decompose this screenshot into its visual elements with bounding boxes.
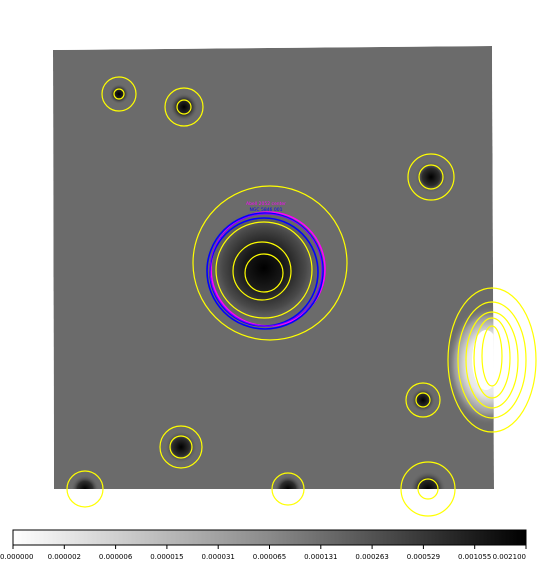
colorbar-tick-label: 0.000529: [406, 553, 441, 561]
colorbar-tick-label: 0.000131: [304, 553, 338, 561]
colorbar-tick-label: 0.000065: [252, 553, 287, 561]
colorbar-tick-label: 0.000000: [0, 553, 34, 561]
colorbar-tick-label: 0.000002: [47, 553, 81, 561]
region-label-upper: Abell 2052 center: [246, 201, 286, 207]
image-viewer[interactable]: Abell 2052 center NGC 5846 001: [0, 0, 541, 576]
colorbar-tick-label: 0.000263: [355, 553, 389, 561]
colorbar-tick-label: 0.000015: [150, 553, 184, 561]
colorbar-tick-label: 0.001055: [457, 553, 492, 561]
colorbar: [12, 529, 527, 546]
colorbar-ticks: [12, 545, 527, 549]
colorbar-tick-label: 0.002100: [492, 553, 526, 561]
region-label-lower: NGC 5846 001: [250, 207, 283, 213]
sky-image: [53, 46, 494, 489]
colorbar-tick-label: 0.000031: [201, 553, 235, 561]
colorbar-tick-label: 0.000006: [98, 553, 133, 561]
